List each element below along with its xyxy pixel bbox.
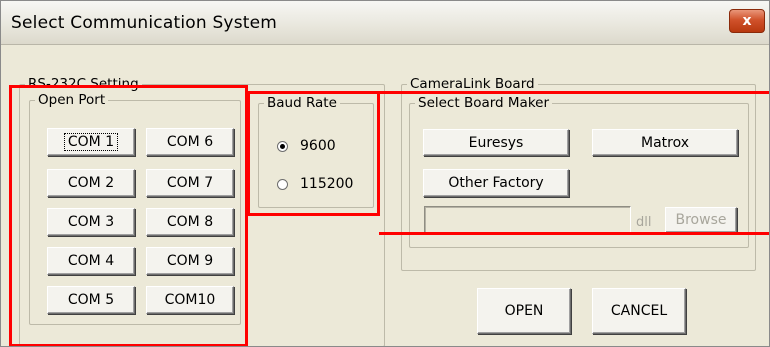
close-icon: x bbox=[742, 13, 752, 29]
title-bar[interactable]: Select Communication System x bbox=[1, 1, 769, 45]
close-button[interactable]: x bbox=[729, 9, 765, 33]
cameralink-board-legend: CameraLink Board bbox=[410, 76, 535, 92]
dialog-window: Select Communication System x RS-232C Se… bbox=[0, 0, 770, 347]
open-button[interactable]: OPEN bbox=[477, 288, 571, 334]
annotation-box-baud-rate bbox=[247, 91, 380, 216]
window-title: Select Communication System bbox=[11, 13, 278, 33]
cancel-button[interactable]: CANCEL bbox=[592, 288, 686, 334]
annotation-box-open-port bbox=[9, 85, 248, 346]
annotation-box-cameralink bbox=[379, 91, 769, 235]
